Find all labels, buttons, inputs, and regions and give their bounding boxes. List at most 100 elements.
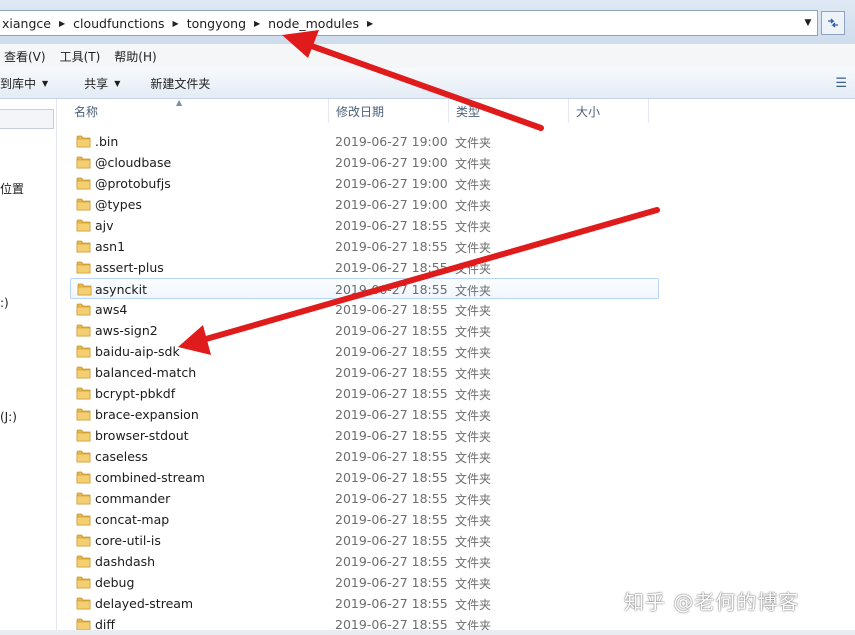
file-row[interactable]: @cloudbase 2019-06-27 19:00 文件夹	[56, 152, 855, 173]
file-row[interactable]: combined-stream 2019-06-27 18:55 文件夹	[56, 467, 855, 488]
file-name: debug	[95, 575, 135, 590]
breadcrumb-tongyong[interactable]: tongyong ▶	[185, 11, 266, 35]
file-list: .bin 2019-06-27 19:00 文件夹 @cloudbase 2019-06…	[56, 131, 855, 635]
file-name: browser-stdout	[95, 428, 189, 443]
folder-icon	[76, 617, 91, 631]
folder-icon	[76, 491, 91, 505]
file-row[interactable]: concat-map 2019-06-27 18:55 文件夹	[56, 509, 855, 530]
file-date: 2019-06-27 18:55	[335, 575, 448, 590]
refresh-button[interactable]	[821, 11, 845, 35]
folder-icon	[76, 386, 91, 400]
folder-icon	[76, 197, 91, 211]
breadcrumb-arrow-icon[interactable]: ▶	[57, 19, 71, 28]
menu-tools[interactable]: 工具(T)	[54, 48, 109, 65]
file-row[interactable]: asn1 2019-06-27 18:55 文件夹	[56, 236, 855, 257]
breadcrumb-cloudfunctions[interactable]: cloudfunctions ▶	[71, 11, 185, 35]
file-row[interactable]: commander 2019-06-27 18:55 文件夹	[56, 488, 855, 509]
file-type: 文件夹	[455, 136, 492, 150]
file-type: 文件夹	[455, 220, 492, 234]
file-row[interactable]: balanced-match 2019-06-27 18:55 文件夹	[56, 362, 855, 383]
nav-pane-selected-item[interactable]	[0, 109, 54, 129]
file-name: @cloudbase	[95, 155, 172, 170]
file-date: 2019-06-27 18:55	[335, 428, 448, 443]
file-name: ajv	[95, 218, 114, 233]
file-row[interactable]: browser-stdout 2019-06-27 18:55 文件夹	[56, 425, 855, 446]
folder-icon	[76, 176, 91, 190]
file-name: dashdash	[95, 554, 156, 569]
file-row[interactable]: caseless 2019-06-27 18:55 文件夹	[56, 446, 855, 467]
new-folder-button[interactable]: 新建文件夹	[150, 75, 224, 92]
breadcrumb-arrow-icon[interactable]: ▶	[171, 19, 185, 28]
file-type: 文件夹	[455, 157, 492, 171]
menu-help[interactable]: 帮助(H)	[108, 48, 164, 65]
breadcrumb-xiangce[interactable]: xiangce ▶	[0, 11, 71, 35]
file-type: 文件夹	[455, 493, 492, 507]
window-bottom-edge	[0, 630, 855, 635]
file-name: combined-stream	[95, 470, 205, 485]
file-type: 文件夹	[455, 556, 492, 570]
file-date: 2019-06-27 18:55	[335, 344, 448, 359]
view-options-icon[interactable]: ☰	[835, 76, 847, 91]
file-date: 2019-06-27 18:55	[335, 282, 448, 297]
breadcrumb-arrow-icon[interactable]: ▶	[252, 19, 266, 28]
nav-item-drive-j[interactable]: (J:)	[0, 410, 17, 424]
breadcrumb-node-modules[interactable]: node_modules ▶	[266, 11, 379, 35]
file-row[interactable]: baidu-aip-sdk 2019-06-27 18:55 文件夹	[56, 341, 855, 362]
file-row[interactable]: asynckit 2019-06-27 18:55 文件夹	[70, 278, 659, 299]
file-row[interactable]: .bin 2019-06-27 19:00 文件夹	[56, 131, 855, 152]
file-type: 文件夹	[455, 535, 492, 549]
file-date: 2019-06-27 18:55	[335, 596, 448, 611]
command-toolbar: 到库中 ▼ 共享 ▼ 新建文件夹 ☰	[0, 68, 855, 99]
nav-item-location[interactable]: 位置	[0, 180, 24, 197]
column-header-size[interactable]: 大小	[569, 99, 649, 123]
folder-icon	[76, 533, 91, 547]
include-in-library-button[interactable]: 到库中 ▼	[0, 75, 62, 92]
menu-view[interactable]: 查看(V)	[0, 48, 54, 65]
column-header-date[interactable]: 修改日期	[329, 99, 449, 123]
folder-icon	[76, 155, 91, 169]
nav-item-drive[interactable]: :)	[0, 296, 9, 310]
file-type: 文件夹	[455, 241, 492, 255]
file-date: 2019-06-27 18:55	[335, 218, 448, 233]
file-name: brace-expansion	[95, 407, 199, 422]
file-date: 2019-06-27 18:55	[335, 449, 448, 464]
file-row[interactable]: @types 2019-06-27 19:00 文件夹	[56, 194, 855, 215]
menu-bar: 查看(V) 工具(T) 帮助(H)	[0, 44, 855, 69]
folder-icon	[76, 218, 91, 232]
file-row[interactable]: brace-expansion 2019-06-27 18:55 文件夹	[56, 404, 855, 425]
file-type: 文件夹	[455, 367, 492, 381]
share-button[interactable]: 共享 ▼	[84, 75, 134, 92]
file-name: asn1	[95, 239, 126, 254]
column-header-type[interactable]: 类型	[449, 99, 569, 123]
folder-icon	[76, 596, 91, 610]
file-date: 2019-06-27 18:55	[335, 512, 448, 527]
file-row[interactable]: @protobufjs 2019-06-27 19:00 文件夹	[56, 173, 855, 194]
chevron-down-icon: ▼	[114, 78, 121, 88]
file-name: concat-map	[95, 512, 170, 527]
file-name: aws4	[95, 302, 128, 317]
file-date: 2019-06-27 19:00	[335, 155, 448, 170]
file-type: 文件夹	[455, 598, 492, 612]
file-date: 2019-06-27 18:55	[335, 491, 448, 506]
file-row[interactable]: aws-sign2 2019-06-27 18:55 文件夹	[56, 320, 855, 341]
file-name: assert-plus	[95, 260, 164, 275]
navigation-pane: 位置 :) (J:)	[0, 99, 57, 635]
address-bar[interactable]: xiangce ▶ cloudfunctions ▶ tongyong ▶ no…	[0, 10, 818, 36]
file-row[interactable]: core-util-is 2019-06-27 18:55 文件夹	[56, 530, 855, 551]
file-row[interactable]: dashdash 2019-06-27 18:55 文件夹	[56, 551, 855, 572]
file-type: 文件夹	[455, 430, 492, 444]
column-header-name[interactable]: ▲ 名称	[56, 98, 329, 123]
file-date: 2019-06-27 18:55	[335, 470, 448, 485]
file-row[interactable]: bcrypt-pbkdf 2019-06-27 18:55 文件夹	[56, 383, 855, 404]
file-type: 文件夹	[455, 325, 492, 339]
file-name: balanced-match	[95, 365, 197, 380]
file-row[interactable]: aws4 2019-06-27 18:55 文件夹	[56, 299, 855, 320]
file-name: caseless	[95, 449, 148, 464]
address-history-dropdown-icon[interactable]: ▼	[799, 11, 817, 35]
file-date: 2019-06-27 18:55	[335, 533, 448, 548]
file-name: bcrypt-pbkdf	[95, 386, 176, 401]
file-type: 文件夹	[455, 346, 492, 360]
file-row[interactable]: assert-plus 2019-06-27 18:55 文件夹	[56, 257, 855, 278]
breadcrumb-arrow-icon[interactable]: ▶	[365, 19, 379, 28]
file-row[interactable]: ajv 2019-06-27 18:55 文件夹	[56, 215, 855, 236]
